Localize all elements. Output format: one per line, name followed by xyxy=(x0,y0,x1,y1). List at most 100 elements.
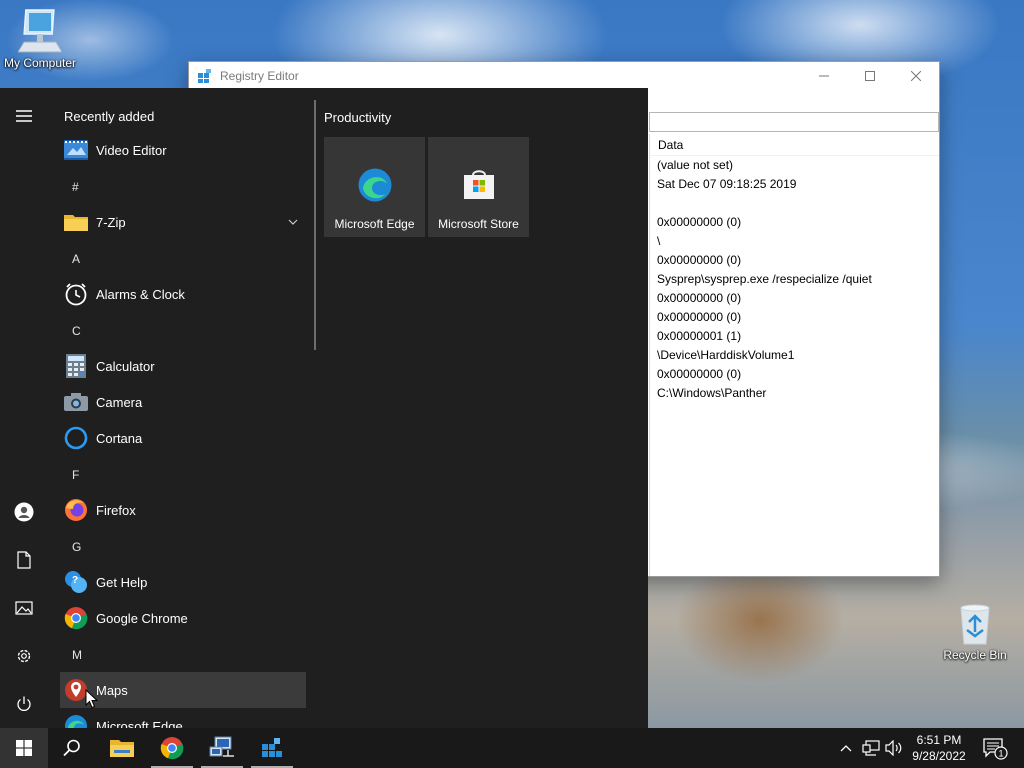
app-camera[interactable]: Camera xyxy=(60,384,306,420)
taskbar: 6:51 PM 9/28/2022 1 xyxy=(0,728,1024,768)
settings-button[interactable] xyxy=(0,634,48,678)
power-icon xyxy=(17,696,31,711)
registry-value-row[interactable]: Sysprep\sysprep.exe /respecialize /quiet xyxy=(650,270,939,289)
values-pane[interactable]: Data (value not set) Sat Dec 07 09:18:25 … xyxy=(649,134,939,576)
desktop-icon-label: Recycle Bin xyxy=(943,648,1007,662)
network-tool-icon xyxy=(209,736,234,757)
start-menu[interactable]: Recently added Video Editor # 7-Zip A Al… xyxy=(0,88,648,728)
data-column-header[interactable]: Data xyxy=(650,134,939,156)
tile-microsoft-edge[interactable]: Microsoft Edge xyxy=(324,137,425,237)
app-alarms-clock[interactable]: Alarms & Clock xyxy=(60,276,306,312)
group-header-c[interactable]: C xyxy=(72,324,81,338)
app-firefox[interactable]: Firefox xyxy=(60,492,306,528)
file-explorer-icon xyxy=(110,740,134,757)
pictures-button[interactable] xyxy=(0,586,48,630)
app-microsoft-edge[interactable]: Microsoft Edge xyxy=(60,708,306,728)
registry-value-row[interactable]: Sat Dec 07 09:18:25 2019 xyxy=(650,175,939,194)
close-icon xyxy=(911,71,921,81)
app-get-help[interactable]: ? Get Help xyxy=(60,564,306,600)
taskbar-file-explorer[interactable] xyxy=(98,728,146,768)
chevron-down-icon[interactable] xyxy=(288,219,298,225)
registry-editor-icon xyxy=(198,69,211,83)
registry-value-row[interactable]: 0x00000000 (0) xyxy=(650,213,939,232)
app-google-chrome[interactable]: Google Chrome xyxy=(60,600,306,636)
clock-date: 9/28/2022 xyxy=(912,749,966,763)
productivity-group-header[interactable]: Productivity xyxy=(324,110,391,125)
store-icon xyxy=(463,170,494,199)
video-editor-icon xyxy=(64,140,88,160)
notification-icon: 1 xyxy=(983,738,1008,760)
chrome-icon xyxy=(160,737,184,760)
firefox-icon xyxy=(65,499,87,521)
close-button[interactable] xyxy=(893,62,939,90)
windows-logo-icon xyxy=(16,740,32,756)
registry-value-row[interactable]: 0x00000000 (0) xyxy=(650,308,939,327)
registry-value-row[interactable]: \Device\HarddiskVolume1 xyxy=(650,346,939,365)
registry-value-row[interactable]: C:\Windows\Panther xyxy=(650,384,939,403)
settings-icon xyxy=(17,649,31,663)
group-header-#[interactable]: # xyxy=(72,180,79,194)
clock-time: 6:51 PM xyxy=(916,733,962,747)
start-button[interactable] xyxy=(0,728,48,768)
get-help-icon: ? xyxy=(65,571,87,593)
registry-value-row[interactable]: 0x00000000 (0) xyxy=(650,365,939,384)
registry-value-row[interactable]: 0x00000000 (0) xyxy=(650,289,939,308)
registry-editor-icon xyxy=(262,738,282,757)
cortana-icon xyxy=(64,426,88,450)
hamburger-menu-icon xyxy=(16,110,32,122)
registry-value-row[interactable]: (value not set) xyxy=(650,156,939,175)
documents-button[interactable] xyxy=(0,538,48,582)
user-button[interactable] xyxy=(0,490,48,534)
desktop-icon-recycle-bin[interactable]: Recycle Bin xyxy=(940,602,1010,662)
app-label: Google Chrome xyxy=(96,610,188,626)
app-cortana[interactable]: Cortana xyxy=(60,420,306,456)
volume-icon xyxy=(885,740,902,756)
power-button[interactable] xyxy=(0,682,48,726)
tile-microsoft-store[interactable]: Microsoft Store xyxy=(428,137,529,237)
window-title: Registry Editor xyxy=(220,69,299,83)
group-header-a[interactable]: A xyxy=(72,252,80,266)
app-list-scrollbar[interactable] xyxy=(314,100,316,350)
minimize-button[interactable] xyxy=(801,62,847,90)
group-header-g[interactable]: G xyxy=(72,540,81,554)
chevron-up-icon xyxy=(840,745,852,752)
computer-icon xyxy=(18,9,62,53)
expand-menu-button[interactable] xyxy=(0,94,48,138)
network-icon xyxy=(862,740,880,756)
recently-added-header: Recently added xyxy=(64,109,155,124)
taskbar-registry-editor[interactable] xyxy=(248,728,296,768)
user-icon xyxy=(14,502,34,522)
app-video-editor[interactable]: Video Editor xyxy=(60,132,306,168)
taskbar-chrome[interactable] xyxy=(148,728,196,768)
app-label: Get Help xyxy=(96,574,148,590)
volume-button[interactable] xyxy=(884,728,904,768)
network-status-button[interactable] xyxy=(860,728,882,768)
registry-value-row[interactable]: 0x00000001 (1) xyxy=(650,327,939,346)
registry-value-row[interactable]: \ xyxy=(650,232,939,251)
minimize-icon xyxy=(819,75,829,77)
taskbar-network-tool[interactable] xyxy=(198,728,246,768)
maximize-button[interactable] xyxy=(847,62,893,90)
app-calculator[interactable]: Calculator xyxy=(60,348,306,384)
app-list[interactable]: Recently added Video Editor # 7-Zip A Al… xyxy=(56,88,314,728)
group-header-m[interactable]: M xyxy=(72,648,82,662)
app-7-zip[interactable]: 7-Zip xyxy=(60,204,306,240)
chrome-icon xyxy=(64,607,88,630)
tile-label: Microsoft Store xyxy=(438,217,519,231)
registry-value-row[interactable]: 0x00000000 (0) xyxy=(650,251,939,270)
action-center-button[interactable]: 1 xyxy=(980,728,1010,768)
app-label: Video Editor xyxy=(96,142,167,158)
alarm-clock-icon xyxy=(65,283,87,306)
search-button[interactable] xyxy=(48,728,96,768)
registry-value-row[interactable] xyxy=(650,194,939,213)
taskbar-clock[interactable]: 6:51 PM 9/28/2022 xyxy=(906,732,972,764)
edge-icon xyxy=(65,715,87,728)
address-bar[interactable] xyxy=(649,112,939,132)
desktop-icon-label: My Computer xyxy=(3,56,77,70)
app-label: Microsoft Edge xyxy=(96,718,183,729)
group-header-f[interactable]: F xyxy=(72,468,79,482)
show-hidden-icons-button[interactable] xyxy=(836,728,856,768)
app-label: Camera xyxy=(96,394,143,410)
pictures-icon xyxy=(15,601,33,615)
desktop-icon-my-computer[interactable]: My Computer xyxy=(2,8,78,70)
